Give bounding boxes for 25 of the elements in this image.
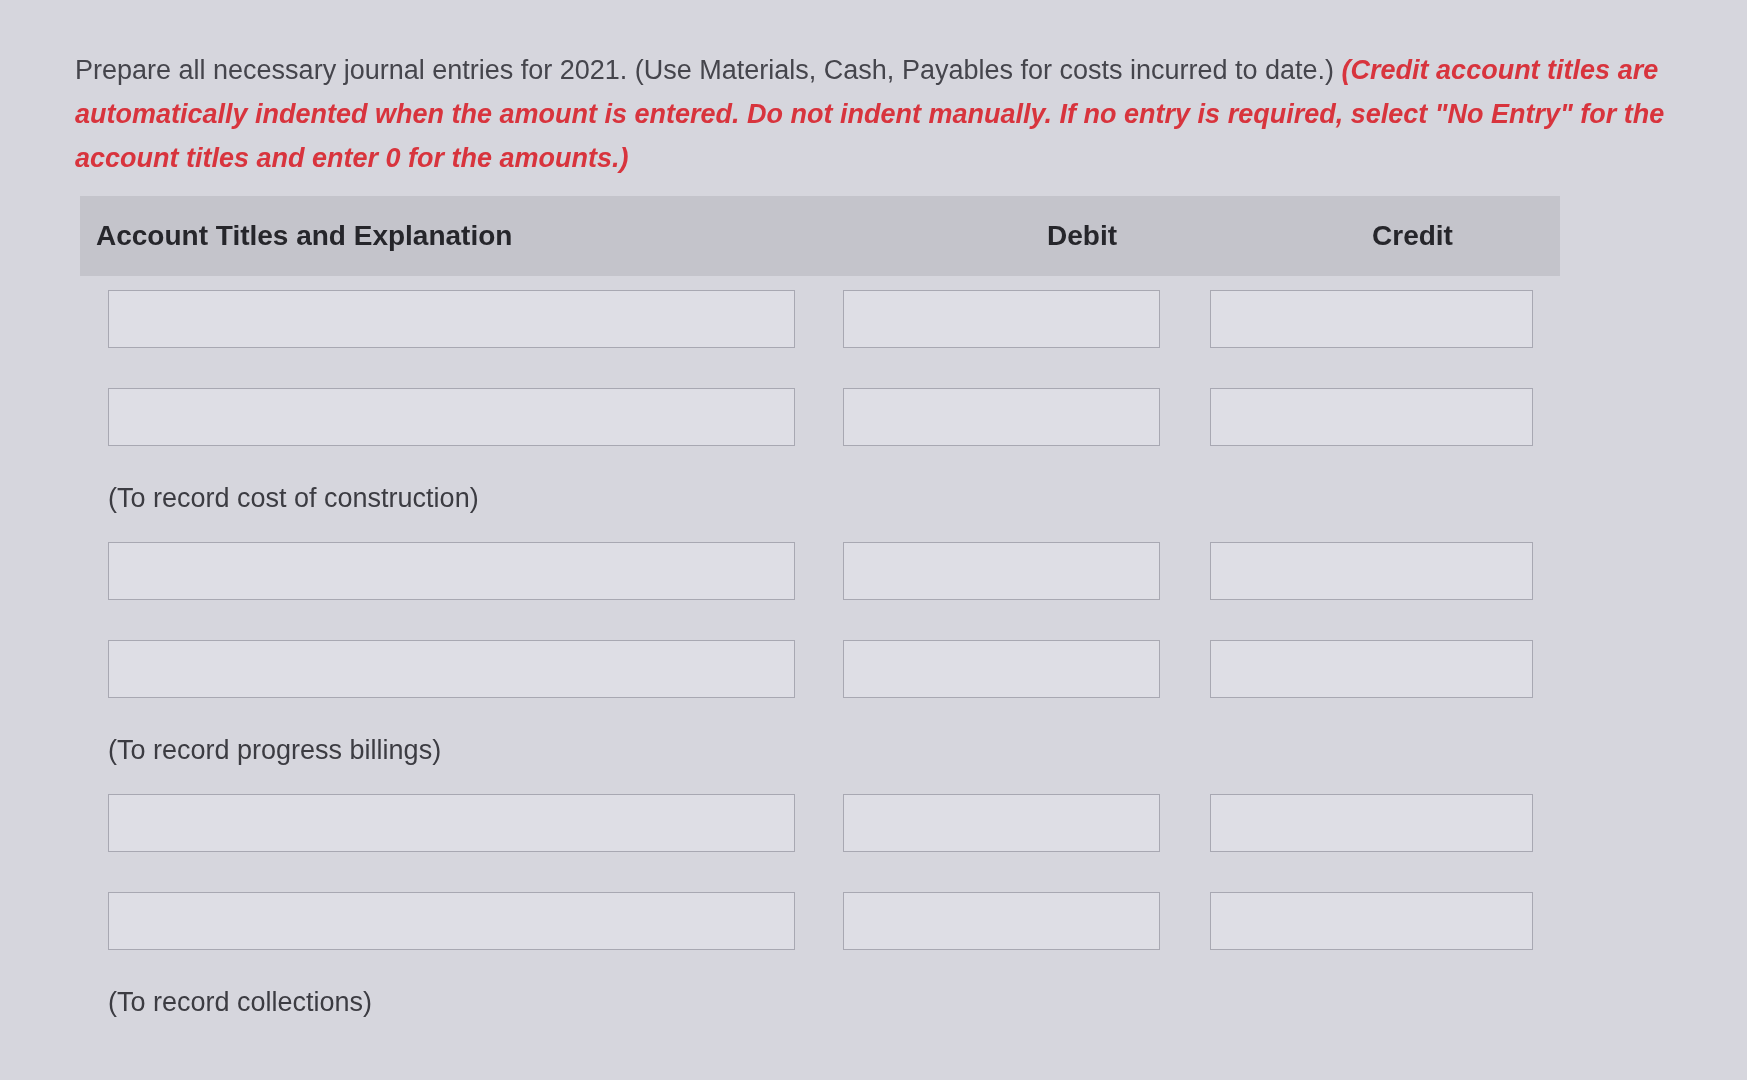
- column-header: Debit: [1046, 219, 1118, 253]
- account-input[interactable]: [108, 892, 795, 950]
- explanation-text: (To record cost of construction): [108, 483, 479, 513]
- account-input[interactable]: [108, 388, 795, 446]
- credit-input[interactable]: [1210, 640, 1533, 698]
- account-input[interactable]: [108, 290, 795, 348]
- explanation-text: (To record progress billings): [108, 735, 442, 765]
- instructions-text: Prepare all necessary journal entries for 2021. (Use Materials, Cash, Payables for costs incurred to date.) (Credit account titles are automatically indented when the amount is entered. Do not indent manually. If no entry is required, select "No Entry" for the account titles and enter 0 for the amounts.): [75, 54, 1666, 175]
- debit-input[interactable]: [843, 892, 1160, 950]
- debit-input[interactable]: [843, 388, 1160, 446]
- debit-input[interactable]: [843, 542, 1160, 600]
- column-header: Credit: [1371, 219, 1454, 253]
- account-input[interactable]: [108, 794, 795, 852]
- credit-input[interactable]: [1210, 542, 1533, 600]
- account-input[interactable]: [108, 640, 795, 698]
- credit-input[interactable]: [1210, 794, 1533, 852]
- column-header: Account Titles and Explanation: [95, 219, 514, 253]
- explanation-text: (To record collections): [108, 987, 373, 1017]
- credit-input[interactable]: [1210, 388, 1533, 446]
- credit-input[interactable]: [1210, 290, 1533, 348]
- account-input[interactable]: [108, 542, 795, 600]
- debit-input[interactable]: [843, 640, 1160, 698]
- credit-input[interactable]: [1210, 892, 1533, 950]
- debit-input[interactable]: [843, 794, 1160, 852]
- debit-input[interactable]: [843, 290, 1160, 348]
